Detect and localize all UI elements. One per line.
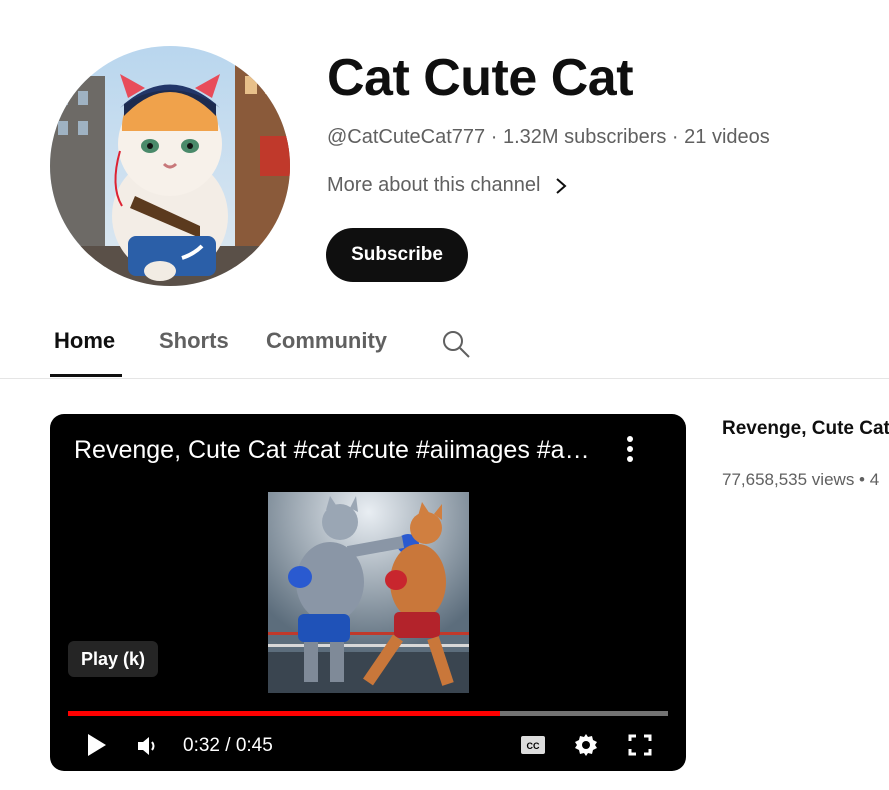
video-count: 21 videos bbox=[684, 126, 770, 148]
channel-avatar[interactable] bbox=[50, 46, 290, 286]
more-about-label: More about this channel bbox=[327, 174, 541, 196]
time-display: 0:32 / 0:45 bbox=[183, 735, 273, 756]
channel-handle: @CatCuteCat777 bbox=[327, 126, 486, 148]
featured-video-title[interactable]: Revenge, Cute Cat bbox=[722, 418, 889, 440]
tab-home[interactable]: Home bbox=[54, 328, 115, 354]
video-title[interactable]: Revenge, Cute Cat #cat #cute #aiimages #… bbox=[74, 436, 594, 465]
gear-icon[interactable] bbox=[574, 733, 598, 757]
meta-separator: · bbox=[666, 126, 685, 148]
more-vert-icon[interactable] bbox=[620, 434, 640, 464]
channel-name: Cat Cute Cat bbox=[327, 49, 634, 107]
video-thumbnail bbox=[268, 492, 469, 693]
featured-video-meta: 77,658,535 views • 4 bbox=[722, 470, 879, 490]
progress-bar[interactable] bbox=[68, 711, 668, 716]
channel-tabs: Home Shorts Community bbox=[0, 316, 889, 379]
more-about-channel-link[interactable]: More about this channel bbox=[327, 174, 568, 197]
boxing-cats-image bbox=[268, 492, 469, 693]
volume-icon[interactable] bbox=[136, 735, 160, 757]
channel-meta: @CatCuteCat777 · 1.32M subscribers · 21 … bbox=[327, 126, 770, 149]
meta-separator: · bbox=[485, 126, 503, 148]
svg-text:CC: CC bbox=[527, 741, 540, 751]
fullscreen-icon[interactable] bbox=[628, 734, 652, 756]
video-player[interactable]: Revenge, Cute Cat #cat #cute #aiimages #… bbox=[50, 414, 686, 771]
meta-suffix: • 4 bbox=[854, 470, 880, 489]
play-tooltip: Play (k) bbox=[68, 641, 159, 677]
tab-community[interactable]: Community bbox=[266, 328, 387, 354]
subscriber-count: 1.32M subscribers bbox=[502, 126, 667, 148]
search-icon[interactable] bbox=[440, 328, 472, 360]
view-count: 77,658,535 views bbox=[722, 470, 855, 489]
closed-captions-icon[interactable]: CC bbox=[520, 734, 546, 756]
chevron-right-icon bbox=[556, 177, 567, 194]
active-tab-indicator bbox=[50, 374, 122, 377]
progress-played bbox=[68, 711, 500, 716]
avatar-cat-illustration bbox=[50, 46, 290, 286]
subscribe-button[interactable]: Subscribe bbox=[326, 228, 468, 282]
play-icon[interactable] bbox=[84, 732, 108, 758]
tab-shorts[interactable]: Shorts bbox=[159, 328, 229, 354]
